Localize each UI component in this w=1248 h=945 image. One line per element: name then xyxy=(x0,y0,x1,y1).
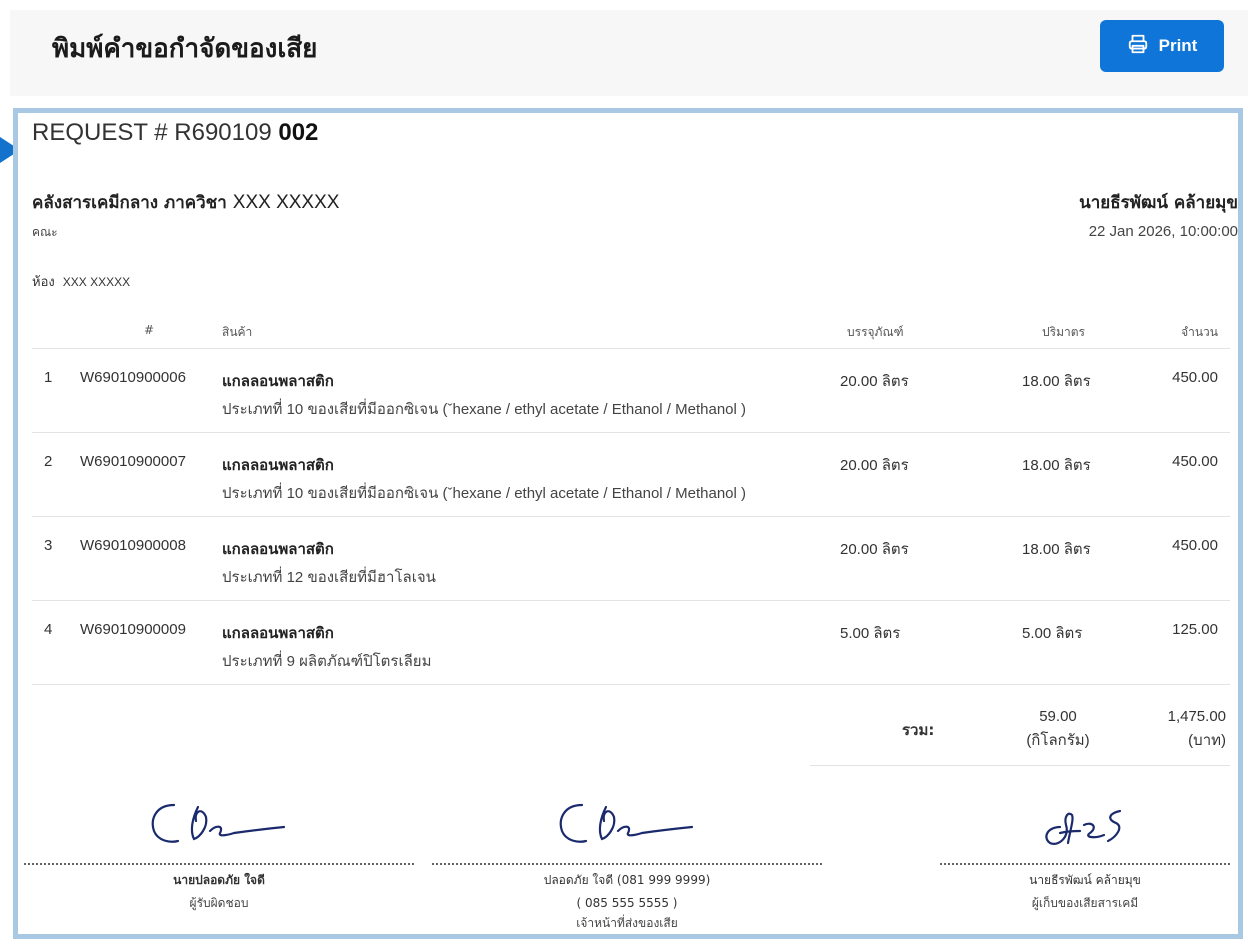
signer-name: นายปลอดภัย ใจดี xyxy=(173,873,265,887)
requester-name: นายธีรพัฒน์ คล้ายมุข xyxy=(1079,193,1238,213)
printer-icon xyxy=(1127,33,1149,60)
faculty-line: คณะ xyxy=(32,225,58,239)
table-row: 2 W69010900007 แกลลอนพลาสติก ประเภทที่ 1… xyxy=(32,433,1230,517)
table-row: 4 W69010900009 แกลลอนพลาสติก ประเภทที่ 9… xyxy=(32,601,1230,685)
signer-name: ปลอดภัย ใจดี (081 999 9999) xyxy=(543,873,711,887)
signer-role: ผู้เก็บของเสียสารเคมี xyxy=(1031,896,1139,910)
header-package: บรรจุภัณฑ์ xyxy=(847,325,904,339)
signer-role: ผู้รับผิดชอบ xyxy=(189,896,249,910)
signature-block-sender: ปลอดภัย ใจดี (081 999 9999) ( 085 555 55… xyxy=(432,793,822,933)
table-row: 3 W69010900008 แกลลอนพลาสติก ประเภทที่ 1… xyxy=(32,517,1230,601)
header-product: สินค้า xyxy=(222,325,253,339)
print-button-label: Print xyxy=(1158,36,1198,55)
header-amount: จำนวน xyxy=(1181,325,1218,339)
signature-image xyxy=(940,793,1230,857)
request-document: REQUEST # R690109 002 คลังสารเคมีกลาง ภา… xyxy=(13,108,1243,939)
page-title: พิมพ์คำขอกำจัดของเสีย xyxy=(52,34,318,64)
request-datetime: 22 Jan 2026, 10:00:00 xyxy=(1088,223,1238,240)
signer-role: เจ้าหน้าที่ส่งของเสีย xyxy=(576,916,678,930)
header-index: # xyxy=(144,323,155,337)
table-row: 1 W69010900006 แกลลอนพลาสติก ประเภทที่ 1… xyxy=(32,349,1230,433)
total-weight: 59.00 (กิโลกรัม) xyxy=(1026,708,1090,749)
total-amount: 1,475.00 (บาท) xyxy=(1167,708,1226,749)
request-number: REQUEST # R690109 002 xyxy=(32,119,319,146)
department-line: คลังสารเคมีกลาง ภาควิชา XXX XXXXX xyxy=(32,192,340,213)
header-quantity: ปริมาตร xyxy=(1042,325,1085,339)
signer-name: นายธีรพัฒน์ คล้ายมุข xyxy=(1029,873,1141,887)
total-divider xyxy=(810,765,1230,766)
signature-block-collector: นายธีรพัฒน์ คล้ายมุข ผู้เก็บของเสียสารเค… xyxy=(940,793,1230,933)
total-label: รวม: xyxy=(902,721,935,739)
print-button[interactable]: Print xyxy=(1100,20,1224,72)
table-header: # สินค้า บรรจุภัณฑ์ ปริมาตร จำนวน xyxy=(32,313,1230,349)
room-line: ห้อง XXX XXXXX xyxy=(32,275,131,290)
signer-phone: ( 085 555 5555 ) xyxy=(576,896,678,910)
signature-block-responsible: นายปลอดภัย ใจดี ผู้รับผิดชอบ xyxy=(24,793,414,933)
signature-image xyxy=(432,793,822,857)
items-table: # สินค้า บรรจุภัณฑ์ ปริมาตร จำนวน 1 W690… xyxy=(32,313,1230,685)
signature-image xyxy=(24,793,414,857)
